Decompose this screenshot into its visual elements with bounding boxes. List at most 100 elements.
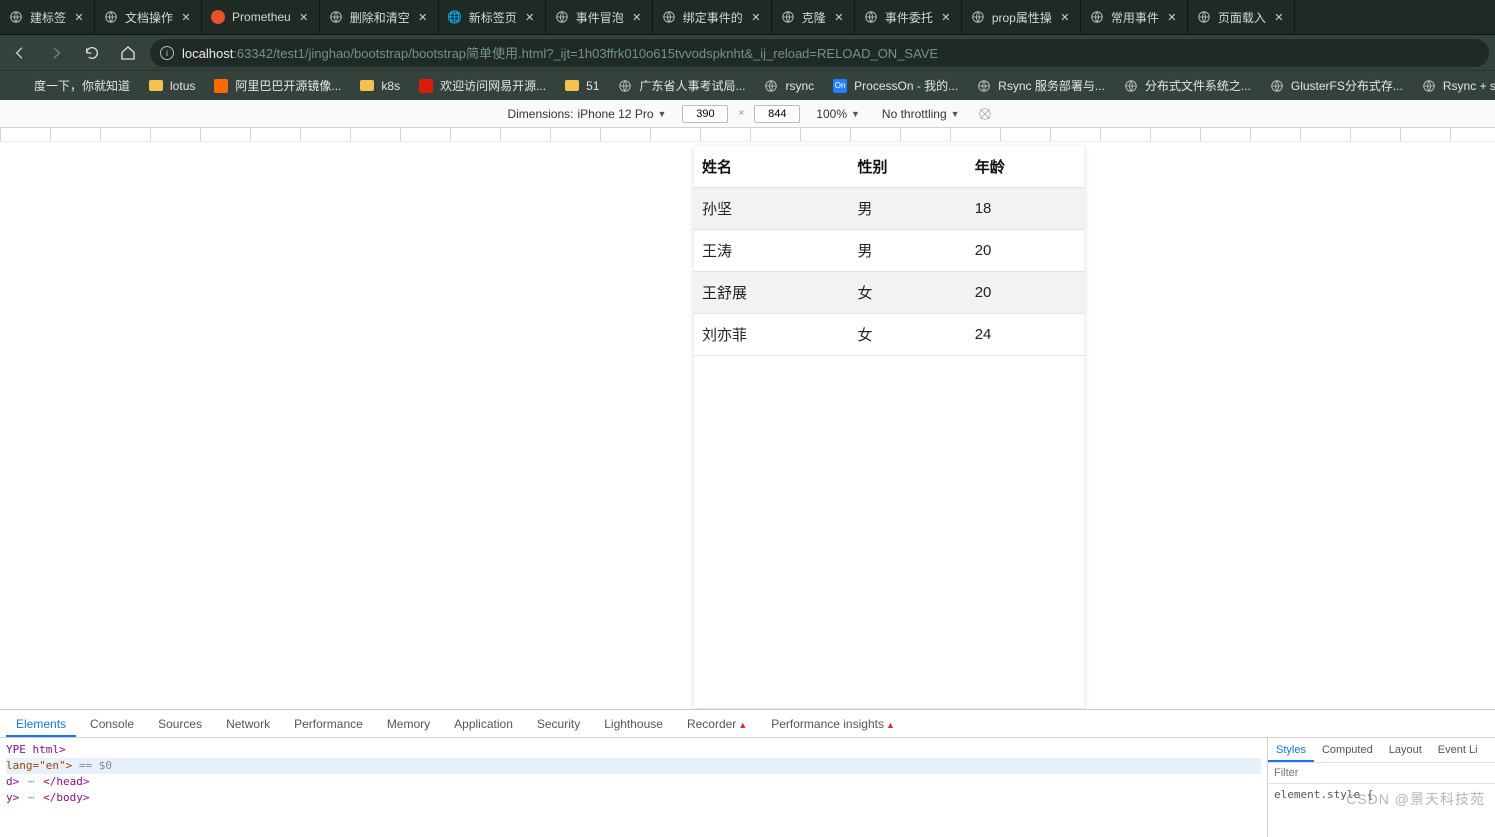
devtools-tab[interactable]: Memory xyxy=(377,711,440,737)
devtools-tab[interactable]: Performance insights▲ xyxy=(761,711,905,737)
close-icon[interactable]: ✕ xyxy=(179,10,193,24)
bookmark-label: Rsync 服务部署与... xyxy=(998,77,1105,94)
styles-tab[interactable]: Event Li xyxy=(1430,738,1486,762)
dom-line: lang="en"> xyxy=(6,759,72,772)
col-header-gender: 性别 xyxy=(849,146,966,188)
back-button[interactable] xyxy=(6,39,34,67)
browser-tab[interactable]: prop属性操 ✕ xyxy=(962,0,1081,34)
device-toolbar: Dimensions: iPhone 12 Pro ▼ × 100% ▼ No … xyxy=(0,100,1495,128)
zoom-level: 100% xyxy=(816,107,847,121)
tab-title: Prometheu xyxy=(232,10,291,24)
device-width-input[interactable] xyxy=(682,105,728,123)
devtools-tab[interactable]: Network xyxy=(216,711,280,737)
browser-tabstrip: 建标签✕文档操作✕Prometheu✕删除和清空✕🌐新标签页✕事件冒泡✕绑定事件… xyxy=(0,0,1495,34)
zoom-select[interactable]: 100% ▼ xyxy=(810,105,866,123)
bookmark-item[interactable]: 度一下，你就知道 xyxy=(4,73,138,98)
throttle-select[interactable]: No throttling ▼ xyxy=(876,105,966,123)
browser-tab[interactable]: 绑定事件的✕ xyxy=(653,0,772,34)
bookmark-item[interactable]: lotus xyxy=(140,74,203,98)
rotate-button[interactable] xyxy=(976,105,994,123)
devtools-tab[interactable]: Elements xyxy=(6,711,76,737)
table-cell: 王涛 xyxy=(694,230,849,272)
home-button[interactable] xyxy=(114,39,142,67)
tab-favicon-icon xyxy=(863,9,879,25)
devtools-tab[interactable]: Lighthouse xyxy=(594,711,673,737)
tab-title: prop属性操 xyxy=(992,9,1052,26)
devtools-tab[interactable]: Recorder▲ xyxy=(677,711,757,737)
close-icon[interactable]: ✕ xyxy=(72,10,86,24)
tab-title: 页面载入 xyxy=(1218,9,1266,26)
tab-favicon-icon xyxy=(1196,9,1212,25)
throttle-label: No throttling xyxy=(882,107,947,121)
bookmark-item[interactable]: 欢迎访问网易开源... xyxy=(410,73,554,98)
tab-favicon-icon xyxy=(103,9,119,25)
table-cell: 20 xyxy=(967,272,1084,314)
styles-tab[interactable]: Layout xyxy=(1381,738,1430,762)
bookmark-item[interactable]: 分布式文件系统之... xyxy=(1115,73,1259,98)
styles-tab[interactable]: Computed xyxy=(1314,738,1381,762)
styles-filter-input[interactable] xyxy=(1268,763,1495,783)
bookmark-item[interactable]: 广东省人事考试局... xyxy=(609,73,753,98)
bookmark-item[interactable]: Rsync 服务部署与... xyxy=(968,73,1113,98)
browser-tab[interactable]: 文档操作✕ xyxy=(95,0,202,34)
bookmark-favicon-icon xyxy=(617,78,633,94)
close-icon[interactable]: ✕ xyxy=(416,10,430,24)
elements-tree[interactable]: YPE html> lang="en"> == $0 d> ⋯ </head> … xyxy=(0,738,1267,837)
close-icon[interactable]: ✕ xyxy=(1165,10,1179,24)
close-icon[interactable]: ✕ xyxy=(297,10,311,24)
close-icon[interactable]: ✕ xyxy=(523,10,537,24)
browser-tab[interactable]: 🌐新标签页✕ xyxy=(439,0,546,34)
browser-tab[interactable]: Prometheu ✕ xyxy=(202,0,320,34)
close-icon[interactable]: ✕ xyxy=(1272,10,1286,24)
browser-tab[interactable]: 页面载入 ✕ xyxy=(1188,0,1295,34)
browser-tab[interactable]: 常用事件✕ xyxy=(1081,0,1188,34)
styles-tabstrip: StylesComputedLayoutEvent Li xyxy=(1268,738,1495,763)
bookmark-item[interactable]: rsync xyxy=(755,74,822,98)
expand-toggle-icon[interactable]: ⋯ xyxy=(26,775,37,788)
close-icon[interactable]: ✕ xyxy=(749,10,763,24)
bookmark-favicon-icon xyxy=(418,78,434,94)
browser-tab[interactable]: 建标签✕ xyxy=(0,0,95,34)
device-select[interactable]: Dimensions: iPhone 12 Pro ▼ xyxy=(501,105,672,123)
close-icon[interactable]: ✕ xyxy=(1058,10,1072,24)
devtools-tab[interactable]: Application xyxy=(444,711,523,737)
styles-rule: element.style { xyxy=(1268,784,1495,805)
devtools-tab[interactable]: Sources xyxy=(148,711,212,737)
device-height-input[interactable] xyxy=(754,105,800,123)
dom-line: </head> xyxy=(43,775,89,788)
tab-title: 克隆 xyxy=(802,9,826,26)
expand-toggle-icon[interactable]: ⋯ xyxy=(26,791,37,804)
close-icon[interactable]: ✕ xyxy=(630,10,644,24)
bookmark-item[interactable]: k8s xyxy=(351,74,408,98)
table-header-row: 姓名 性别 年龄 xyxy=(694,146,1084,188)
data-table: 姓名 性别 年龄 孙坚男18王涛男20王舒展女20刘亦菲女24 xyxy=(694,146,1084,356)
browser-tab[interactable]: 删除和清空✕ xyxy=(320,0,439,34)
bookmark-favicon-icon xyxy=(976,78,992,94)
devtools-tab[interactable]: Console xyxy=(80,711,144,737)
reload-button[interactable] xyxy=(78,39,106,67)
bookmark-label: 欢迎访问网易开源... xyxy=(440,77,546,94)
chevron-down-icon: ▼ xyxy=(951,109,960,119)
table-row: 孙坚男18 xyxy=(694,188,1084,230)
url-path: :63342/test1/jinghao/bootstrap/bootstrap… xyxy=(233,46,938,61)
styles-tab[interactable]: Styles xyxy=(1268,738,1314,762)
bookmark-item[interactable]: Rsync + sersy xyxy=(1413,74,1495,98)
close-icon[interactable]: ✕ xyxy=(832,10,846,24)
bookmark-label: 阿里巴巴开源镜像... xyxy=(235,77,341,94)
devtools-tab[interactable]: Performance xyxy=(284,711,373,737)
dom-line: </body> xyxy=(43,791,89,804)
devtools-tab[interactable]: Security xyxy=(527,711,590,737)
dom-selected-hint: == $0 xyxy=(79,759,112,772)
address-bar[interactable]: i localhost:63342/test1/jinghao/bootstra… xyxy=(150,39,1489,67)
site-info-icon[interactable]: i xyxy=(160,46,174,60)
browser-tab[interactable]: 事件委托✕ xyxy=(855,0,962,34)
bookmark-item[interactable]: 51 xyxy=(556,74,607,98)
browser-tab[interactable]: 克隆 ✕ xyxy=(772,0,855,34)
bookmark-item[interactable]: OnProcessOn - 我的... xyxy=(824,73,966,98)
bookmark-label: 分布式文件系统之... xyxy=(1145,77,1251,94)
browser-tab[interactable]: 事件冒泡✕ xyxy=(546,0,653,34)
bookmark-item[interactable]: GlusterFS分布式存... xyxy=(1261,73,1411,98)
bookmark-item[interactable]: 阿里巴巴开源镜像... xyxy=(205,73,349,98)
forward-button[interactable] xyxy=(42,39,70,67)
close-icon[interactable]: ✕ xyxy=(939,10,953,24)
